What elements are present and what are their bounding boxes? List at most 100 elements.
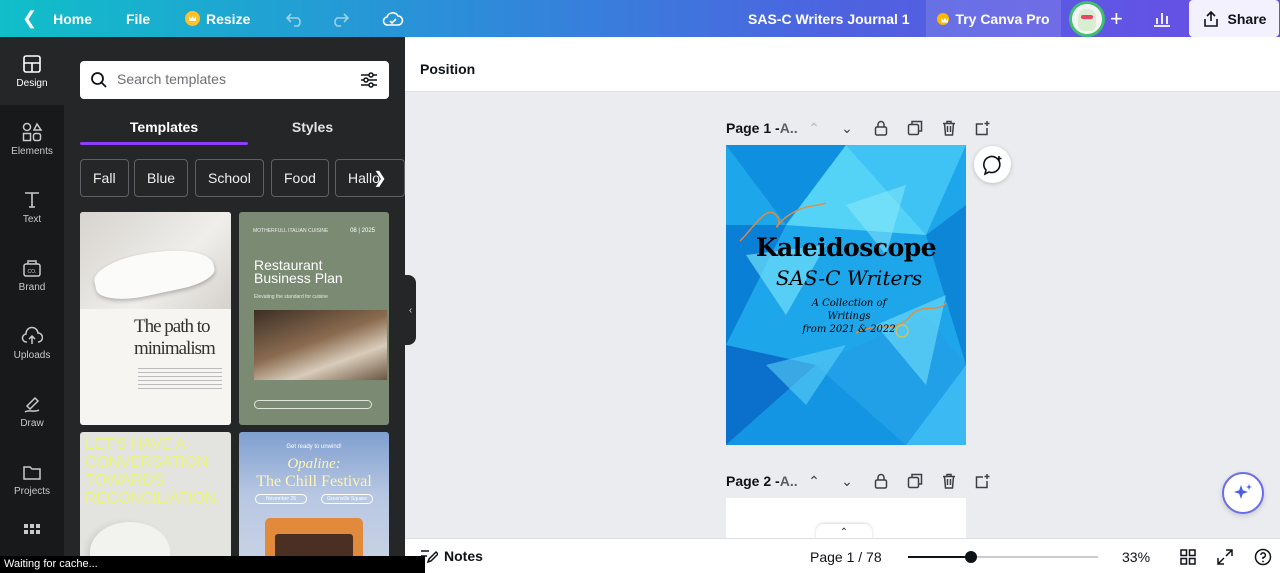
page-2-header: Page 2 - A.. ⌃ ⌄ — [726, 470, 996, 492]
left-rail: Design Elements Text CO. Brand Uploads D… — [0, 37, 64, 573]
rail-item-draw[interactable]: Draw — [0, 377, 64, 445]
template-photo — [254, 310, 387, 380]
template-heading-2: The Chill Festival — [256, 473, 372, 490]
file-menu-button[interactable]: File — [126, 0, 150, 37]
page-2-label[interactable]: Page 2 - — [726, 473, 780, 489]
tab-styles[interactable]: Styles — [235, 109, 390, 145]
template-heading: LET'S HAVE A CONVERSATION TOWARDS RECONC… — [85, 436, 220, 507]
top-bar: ❮ Home File Resize SAS-C Writers Journal… — [0, 0, 1280, 37]
undo-icon — [285, 12, 301, 27]
text-icon — [25, 191, 39, 208]
redo-icon — [334, 12, 350, 27]
help-button[interactable] — [1253, 547, 1273, 567]
cloud-save-button[interactable] — [382, 0, 404, 37]
page-1-label[interactable]: Page 1 - — [726, 120, 780, 136]
home-button[interactable]: ❮ Home — [22, 0, 92, 37]
rail-item-apps[interactable] — [0, 513, 64, 553]
add-collaborator-button[interactable]: + — [1110, 0, 1123, 37]
rail-label: Projects — [13, 485, 51, 497]
cover-note[interactable]: A Collection of Writings from 2021 & 202… — [794, 297, 904, 336]
trash-icon[interactable] — [940, 119, 958, 137]
duplicate-icon[interactable] — [906, 472, 924, 490]
chip-food[interactable]: Food — [271, 159, 329, 197]
chip-fall[interactable]: Fall — [80, 159, 129, 197]
zoom-slider[interactable] — [908, 551, 1098, 563]
lock-icon[interactable] — [872, 119, 890, 137]
kaleidoscope-background — [726, 145, 966, 445]
zoom-level[interactable]: 33% — [1122, 549, 1150, 565]
undo-button[interactable] — [285, 0, 305, 37]
chevron-left-icon: ‹ — [408, 304, 413, 316]
tab-templates[interactable]: Templates — [80, 109, 248, 145]
chevron-up-icon[interactable]: ⌃ — [805, 119, 823, 137]
rail-item-projects[interactable]: Projects — [0, 445, 64, 513]
rail-item-uploads[interactable]: Uploads — [0, 309, 64, 377]
rail-item-brand[interactable]: CO. Brand — [0, 241, 64, 309]
share-icon — [1203, 10, 1218, 27]
document-title[interactable]: SAS-C Writers Journal 1 — [748, 0, 910, 37]
help-icon — [1254, 548, 1272, 566]
page-2-title[interactable]: A.. — [780, 473, 798, 489]
position-button[interactable]: Position — [420, 61, 475, 77]
context-toolbar: Position — [405, 37, 1280, 92]
cover-note-line: from 2021 & 2022 — [802, 324, 896, 335]
lock-icon[interactable] — [872, 472, 890, 490]
search-input[interactable] — [117, 71, 337, 87]
template-card[interactable]: LET'S HAVE A CONVERSATION TOWARDS RECONC… — [80, 432, 231, 573]
try-pro-label: Try Canva Pro — [955, 10, 1050, 27]
magic-assistant-button[interactable] — [1222, 472, 1264, 514]
add-comment-button[interactable] — [974, 146, 1011, 183]
rail-label: Text — [22, 213, 42, 225]
duplicate-icon[interactable] — [906, 119, 924, 137]
notes-button[interactable]: Notes — [420, 548, 483, 564]
add-page-icon[interactable] — [974, 119, 992, 137]
rail-label: Brand — [18, 281, 46, 293]
comment-add-icon — [982, 155, 1001, 175]
grid-view-button[interactable] — [1178, 547, 1198, 567]
try-canva-pro-button[interactable]: Try Canva Pro — [926, 0, 1061, 37]
zoom-slider-fill — [908, 556, 971, 558]
page-1-canvas[interactable]: Kaleidoscope SAS-C Writers A Collection … — [726, 145, 966, 445]
insights-button[interactable] — [1152, 0, 1174, 37]
chevron-right-icon: ❯ — [373, 170, 387, 187]
cloud-check-icon — [382, 11, 404, 26]
chip-school[interactable]: School — [195, 159, 264, 197]
chips-next-button[interactable]: ❯ — [369, 159, 391, 197]
zoom-slider-handle[interactable] — [965, 551, 977, 563]
cover-title[interactable]: Kaleidoscope — [726, 233, 966, 262]
file-label: File — [126, 10, 151, 27]
redo-button[interactable] — [330, 0, 350, 37]
shoe-image — [90, 239, 218, 307]
template-card[interactable]: MOTHERFULL ITALIAN CUISINE 08 | 2025 Res… — [239, 212, 389, 425]
resize-button[interactable]: Resize — [185, 0, 250, 37]
avatar[interactable] — [1069, 1, 1105, 37]
trash-icon[interactable] — [940, 472, 958, 490]
template-heading: The path to minimalism — [134, 316, 216, 359]
notes-label: Notes — [444, 548, 483, 564]
rail-item-text[interactable]: Text — [0, 173, 64, 241]
template-pill: November 26 — [255, 494, 307, 504]
chevron-down-icon[interactable]: ⌄ — [838, 119, 856, 137]
template-card[interactable]: The path to minimalism — [80, 212, 231, 425]
search-box[interactable] — [80, 61, 389, 99]
page-1-title[interactable]: A.. — [780, 120, 798, 136]
page-1-header: Page 1 - A.. ⌃ ⌄ — [726, 117, 996, 139]
template-card[interactable]: Get ready to unwind! Opaline: The Chill … — [239, 432, 389, 573]
design-icon — [23, 54, 41, 73]
chip-blue[interactable]: Blue — [134, 159, 189, 197]
share-button[interactable]: Share — [1189, 0, 1279, 37]
add-page-icon[interactable] — [974, 472, 992, 490]
rail-item-elements[interactable]: Elements — [0, 105, 64, 173]
rail-item-design[interactable]: Design — [0, 37, 64, 105]
chevron-down-icon[interactable]: ⌄ — [838, 472, 856, 490]
sparkle-icon — [1234, 484, 1252, 499]
expand-icon — [1217, 549, 1233, 565]
template-pill: Greenville Square — [321, 494, 373, 504]
collapse-panel-handle[interactable]: ‹ — [405, 275, 416, 345]
filter-icon[interactable] — [360, 71, 378, 89]
cover-subtitle[interactable]: SAS-C Writers — [726, 266, 966, 290]
fullscreen-button[interactable] — [1215, 547, 1235, 567]
chevron-up-icon[interactable]: ⌃ — [805, 472, 823, 490]
template-heading: Opaline: — [287, 456, 341, 472]
page-counter[interactable]: Page 1 / 78 — [810, 549, 882, 565]
